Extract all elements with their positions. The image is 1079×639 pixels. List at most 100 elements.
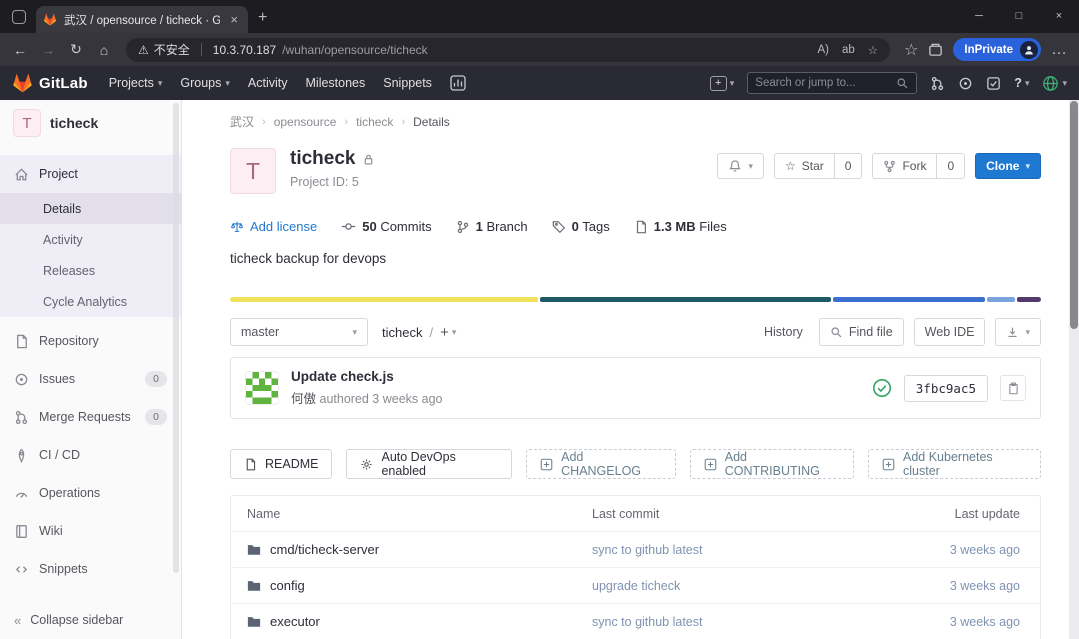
sidebar-item-project[interactable]: Project bbox=[0, 155, 181, 193]
breadcrumb-subgroup[interactable]: opensource bbox=[274, 115, 337, 129]
browser-menu-icon[interactable]: … bbox=[1051, 41, 1067, 59]
folder-link[interactable]: cmd/ticheck-server bbox=[247, 542, 592, 557]
address-bar[interactable]: ⚠ 不安全 10.3.70.187/wuhan/opensource/tiche… bbox=[126, 38, 890, 62]
sidebar-item-snippets[interactable]: Snippets bbox=[0, 550, 181, 588]
search-input[interactable] bbox=[755, 77, 891, 89]
sidebar-item-operations[interactable]: Operations bbox=[0, 474, 181, 512]
sidebar-item-issues[interactable]: Issues 0 bbox=[0, 360, 181, 398]
commit-message-link[interactable]: Update check.js bbox=[291, 369, 443, 384]
language-segment bbox=[833, 297, 985, 302]
todos-nav-button[interactable] bbox=[986, 76, 1001, 91]
commit-sha[interactable]: 3fbc9ac5 bbox=[904, 375, 988, 402]
help-dropdown[interactable]: ? ▾ bbox=[1014, 76, 1029, 90]
workspaces-icon[interactable] bbox=[12, 10, 26, 24]
branches-link[interactable]: 1 Branch bbox=[456, 219, 528, 234]
plus-icon: + bbox=[710, 76, 727, 91]
refresh-button[interactable]: ↻ bbox=[62, 37, 90, 63]
global-search[interactable] bbox=[747, 72, 917, 94]
fork-icon bbox=[883, 160, 896, 173]
star-count[interactable]: 0 bbox=[835, 153, 863, 179]
find-file-button[interactable]: Find file bbox=[819, 318, 904, 346]
sidebar-item-repository[interactable]: Repository bbox=[0, 322, 181, 360]
nav-charts[interactable] bbox=[441, 66, 475, 100]
breadcrumb-project[interactable]: ticheck bbox=[356, 115, 393, 129]
sidebar-item-activity[interactable]: Activity bbox=[0, 224, 181, 255]
nav-activity[interactable]: Activity bbox=[239, 66, 297, 100]
row-commit-link[interactable]: upgrade ticheck bbox=[592, 579, 870, 593]
language-bar[interactable] bbox=[230, 297, 1041, 302]
add-contributing-button[interactable]: Add CONTRIBUTING bbox=[690, 449, 854, 479]
nav-milestones[interactable]: Milestones bbox=[297, 66, 375, 100]
notifications-dropdown[interactable]: ▾ bbox=[717, 153, 764, 179]
nav-projects[interactable]: Projects▾ bbox=[100, 66, 172, 100]
clone-button[interactable]: Clone ▾ bbox=[975, 153, 1041, 179]
history-button[interactable]: History bbox=[758, 325, 809, 339]
sidebar-item-cycle-analytics[interactable]: Cycle Analytics bbox=[0, 286, 181, 317]
search-icon bbox=[830, 326, 843, 339]
translate-icon[interactable]: ab bbox=[842, 44, 855, 56]
sidebar-scrollbar[interactable] bbox=[173, 103, 179, 573]
files-link[interactable]: 1.3 MB Files bbox=[634, 219, 727, 234]
tag-icon bbox=[552, 220, 566, 234]
sidebar-project-context[interactable]: T ticheck bbox=[0, 100, 181, 145]
copy-sha-button[interactable] bbox=[1000, 375, 1026, 401]
maximize-button[interactable]: □ bbox=[999, 0, 1039, 33]
auto-devops-button[interactable]: Auto DevOps enabled bbox=[346, 449, 512, 479]
issues-nav-button[interactable] bbox=[958, 76, 973, 91]
tab-close-icon[interactable]: × bbox=[227, 12, 241, 27]
nav-snippets[interactable]: Snippets bbox=[374, 66, 441, 100]
collections-icon[interactable] bbox=[928, 42, 943, 57]
collapse-sidebar-button[interactable]: « Collapse sidebar bbox=[0, 601, 181, 639]
minimize-button[interactable]: ─ bbox=[959, 0, 999, 33]
add-favorite-icon[interactable]: ☆ bbox=[868, 43, 878, 57]
add-changelog-button[interactable]: Add CHANGELOG bbox=[526, 449, 676, 479]
page-scrollbar[interactable] bbox=[1069, 100, 1079, 639]
new-tab-button[interactable]: + bbox=[248, 9, 279, 33]
new-dropdown[interactable]: + ▾ bbox=[710, 76, 735, 91]
star-button[interactable]: ☆ Star bbox=[774, 153, 835, 179]
folder-link[interactable]: executor bbox=[247, 614, 592, 629]
fork-count[interactable]: 0 bbox=[937, 153, 965, 179]
close-window-button[interactable]: × bbox=[1039, 0, 1079, 33]
merge-requests-nav-button[interactable] bbox=[930, 76, 945, 91]
folder-link[interactable]: config bbox=[247, 578, 592, 593]
web-ide-globe-dropdown[interactable]: ▾ bbox=[1042, 75, 1067, 92]
commits-link[interactable]: 50 Commits bbox=[341, 219, 431, 234]
nav-groups[interactable]: Groups▾ bbox=[171, 66, 239, 100]
sidebar-item-releases[interactable]: Releases bbox=[0, 255, 181, 286]
web-ide-button[interactable]: Web IDE bbox=[914, 318, 986, 346]
table-row: cmd/ticheck-server sync to github latest… bbox=[231, 532, 1040, 568]
security-indicator[interactable]: ⚠ 不安全 bbox=[138, 41, 190, 58]
download-dropdown[interactable]: ▾ bbox=[995, 318, 1041, 346]
pipeline-passed-icon[interactable] bbox=[872, 378, 892, 398]
caret-down-icon: ▾ bbox=[158, 78, 163, 89]
fork-button[interactable]: Fork bbox=[872, 153, 937, 179]
sidebar-item-merge-requests[interactable]: Merge Requests 0 bbox=[0, 398, 181, 436]
row-commit-link[interactable]: sync to github latest bbox=[592, 543, 870, 557]
add-license-link[interactable]: Add license bbox=[230, 219, 317, 234]
readme-button[interactable]: README bbox=[230, 449, 332, 479]
branch-selector[interactable]: master ▾ bbox=[230, 318, 368, 346]
favorites-icon[interactable]: ☆ bbox=[904, 40, 918, 60]
tags-link[interactable]: 0 Tags bbox=[552, 219, 610, 234]
browser-home-button[interactable]: ⌂ bbox=[90, 37, 118, 63]
commit-author-link[interactable]: 何傲 bbox=[291, 392, 316, 406]
forward-button[interactable]: → bbox=[34, 37, 62, 63]
sidebar-item-details[interactable]: Details bbox=[0, 193, 181, 224]
inprivate-badge[interactable]: InPrivate bbox=[953, 38, 1041, 61]
table-row: executor sync to github latest 3 weeks a… bbox=[231, 604, 1040, 639]
add-kubernetes-cluster-button[interactable]: Add Kubernetes cluster bbox=[868, 449, 1041, 479]
browser-tab[interactable]: 武汉 / opensource / ticheck · Gi... × bbox=[36, 6, 248, 33]
sidebar-item-ci-cd[interactable]: CI / CD bbox=[0, 436, 181, 474]
read-aloud-icon[interactable]: A) bbox=[817, 44, 829, 56]
row-updated: 3 weeks ago bbox=[870, 543, 1020, 557]
repo-root-link[interactable]: ticheck bbox=[382, 325, 422, 340]
row-commit-link[interactable]: sync to github latest bbox=[592, 615, 870, 629]
gitlab-brand[interactable]: GitLab bbox=[12, 73, 88, 93]
page-scrollbar-thumb[interactable] bbox=[1070, 101, 1078, 329]
sidebar-item-wiki[interactable]: Wiki bbox=[0, 512, 181, 550]
breadcrumb-group[interactable]: 武汉 bbox=[230, 113, 254, 130]
back-button[interactable]: ← bbox=[6, 37, 34, 63]
column-header-name: Name bbox=[247, 507, 592, 521]
add-file-dropdown[interactable]: + ▾ bbox=[440, 324, 456, 341]
